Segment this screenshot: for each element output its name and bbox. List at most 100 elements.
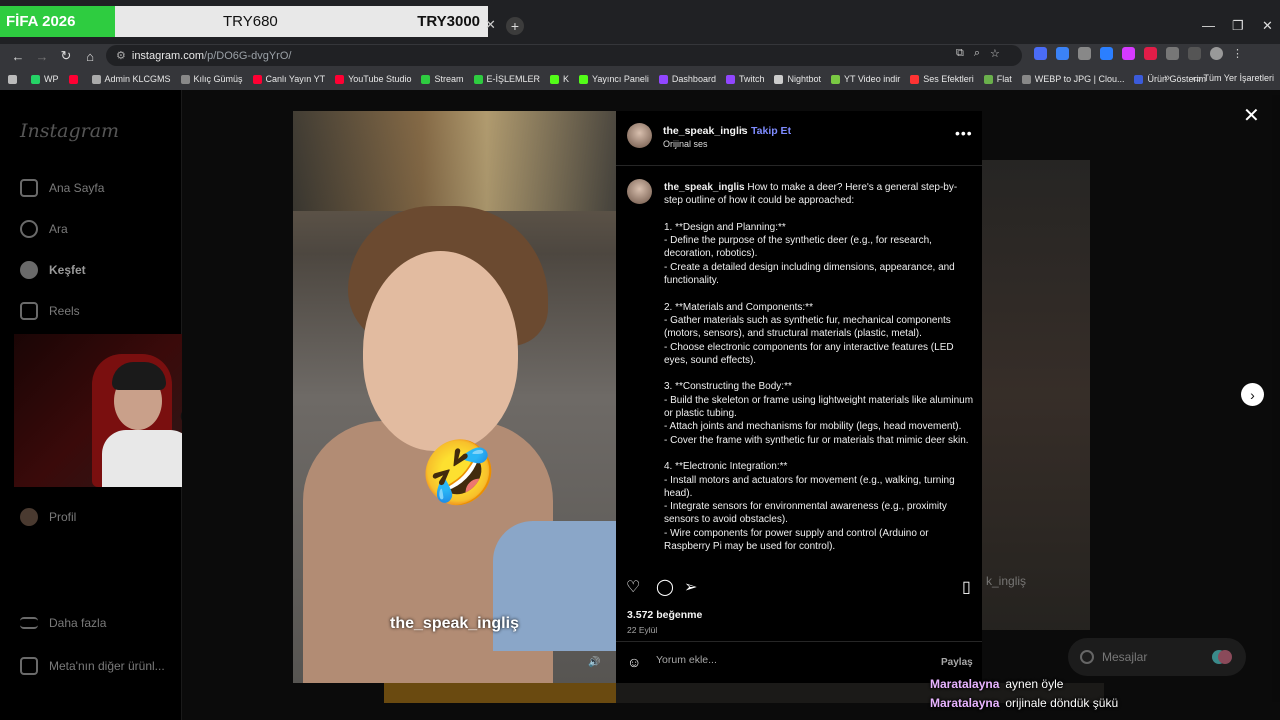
bookmark-favicon [1021,74,1031,84]
post-date: 22 Eylül [627,625,658,635]
bookmark-item[interactable]: Nightbot [774,74,821,84]
sidebar-item-home[interactable]: Ana Sayfa [20,179,104,197]
zoom-icon[interactable]: ⌕ [974,47,980,60]
bookmark-item[interactable] [68,74,82,84]
extensions-puzzle-icon[interactable] [1166,47,1179,60]
instagram-logo[interactable]: Instagram [20,120,119,142]
laughing-emoji: 🤣 [420,439,498,508]
share-icon[interactable]: ➢ [684,577,697,597]
sidebar-item-reels[interactable]: Reels [20,302,80,320]
like-count[interactable]: 3.572 beğenme [627,609,702,621]
bookmark-item[interactable]: Stream [421,74,464,84]
apps-icon[interactable] [8,74,21,84]
messages-button[interactable]: Mesajlar [1068,638,1246,676]
sidebar-item-label: Ara [49,222,68,236]
bookmark-favicon [335,74,345,84]
post-actions: ♡ ◯ ➢ ▯ [626,577,976,597]
media-icon[interactable] [1188,47,1201,60]
caption-username[interactable]: the_speak_inglis [664,182,747,193]
bookmark-item[interactable]: K [550,74,569,84]
bookmark-item[interactable]: WP [31,74,59,84]
reload-icon[interactable]: ↻ [54,48,78,64]
post-caption: the_speak_inglis How to make a deer? Her… [664,181,974,565]
avatar[interactable] [627,179,652,204]
caption-line: the_speak_inglis How to make a deer? Her… [664,182,958,207]
bookmark-favicon [31,74,40,84]
sidebar-item-profile[interactable]: Profil [20,508,76,526]
bookmark-item[interactable]: Flat [983,74,1012,84]
caption-line: - Choose electronic components for any i… [664,341,957,366]
tab-close-icon[interactable]: ✕ [485,17,496,33]
close-icon[interactable]: ✕ [1243,103,1260,128]
bookmark-item[interactable]: Yayıncı Paneli [579,74,649,84]
bookmark-favicon [550,74,560,84]
bookmark-icon[interactable]: ▯ [962,577,971,597]
comment-input[interactable] [656,654,916,666]
bookmark-favicon [774,74,784,84]
bookmark-item[interactable]: Admin KLCGMS [91,74,171,84]
volume-icon[interactable]: 🔊 [588,657,600,668]
home-icon[interactable]: ⌂ [78,49,102,64]
extension-icon[interactable] [1100,47,1113,60]
extension-icon[interactable] [1078,47,1091,60]
next-post-button[interactable]: › [1241,383,1264,406]
bookmark-item[interactable]: Dashboard [658,74,716,84]
sidebar-item-more[interactable]: Daha fazla [20,616,106,630]
minimize-icon[interactable]: — [1202,18,1215,33]
address-bar[interactable]: ⚙ instagram.com/p/DO6G-dvgYrO/ [106,45,1022,66]
bookmark-item[interactable]: Ses Efektleri [910,74,974,84]
back-icon[interactable]: ← [6,49,30,64]
messenger-icon [1080,650,1094,664]
bookmark-item[interactable]: Twitch [725,74,764,84]
site-info-icon[interactable]: ⚙ [116,49,126,62]
bookmark-item[interactable]: WEBP to JPG | Clou... [1021,74,1124,84]
reel-video[interactable]: 🤣 the_speak_ingliş 🔊 [293,111,616,683]
sidebar-item-label: Ana Sayfa [49,181,105,195]
new-tab-button[interactable]: + [506,17,524,35]
heart-icon[interactable]: ♡ [626,577,640,597]
url-host: instagram.com [131,49,205,62]
caption-line [664,287,974,300]
meta-grid-icon [20,657,38,675]
avatar[interactable] [627,123,652,148]
bookmark-item[interactable]: E-İŞLEMLER [473,74,540,84]
bookmark-item[interactable]: Canlı Yayın YT [252,74,325,84]
bookmark-favicon [421,74,431,84]
post-username[interactable]: the_speak_inglis [663,125,748,137]
bookmark-item[interactable]: YouTube Studio [335,74,411,84]
more-options-icon[interactable]: ••• [955,125,973,141]
bookmark-item[interactable]: Kılıç Gümüş [180,74,243,84]
install-app-icon[interactable]: ⧉ [956,47,964,60]
chat-username: Maratalayna [930,696,1000,710]
menu-icon[interactable]: ⋮ [1232,47,1245,60]
bookmark-item[interactable]: YT Video indir [831,74,900,84]
comment-icon[interactable]: ◯ [656,577,674,597]
emoji-icon[interactable]: ☺ [627,654,641,670]
follow-button[interactable]: Takip Et [751,125,791,137]
caption-line: - Install motors and actuators for movem… [664,474,958,499]
bookmark-favicon [983,74,993,84]
window-close-icon[interactable]: ✕ [1262,18,1273,34]
caption-line: - Build the skeleton or frame using ligh… [664,394,974,420]
sidebar-item-meta[interactable]: Meta'nın diğer ürünl... [20,657,165,675]
bookmarks-overflow-icon[interactable]: » [1164,72,1170,84]
sidebar-item-search[interactable]: Ara [20,220,68,238]
profile-avatar[interactable] [1210,47,1223,60]
audio-label[interactable]: Orijinal ses [663,139,708,149]
search-icon [20,220,38,238]
extension-icon[interactable] [1122,47,1135,60]
extension-icon[interactable] [1034,47,1047,60]
restore-icon[interactable]: ❐ [1232,18,1244,34]
bookmark-star-icon[interactable]: ☆ [990,47,1000,60]
all-bookmarks-button[interactable]: ▭ Tüm Yer İşaretleri [1193,73,1274,84]
page-scrollbar[interactable] [1272,95,1280,702]
caption-line: 2. **Materials and Components:** [664,301,813,313]
forward-icon[interactable]: → [30,49,54,64]
extension-icon[interactable] [1056,47,1069,60]
caption-line [664,367,974,380]
divider [616,641,982,642]
extension-icon[interactable] [1144,47,1157,60]
sidebar-item-explore[interactable]: Keşfet [20,261,86,279]
sidebar-item-label: Keşfet [49,263,86,277]
post-comment-button[interactable]: Paylaş [941,657,973,668]
